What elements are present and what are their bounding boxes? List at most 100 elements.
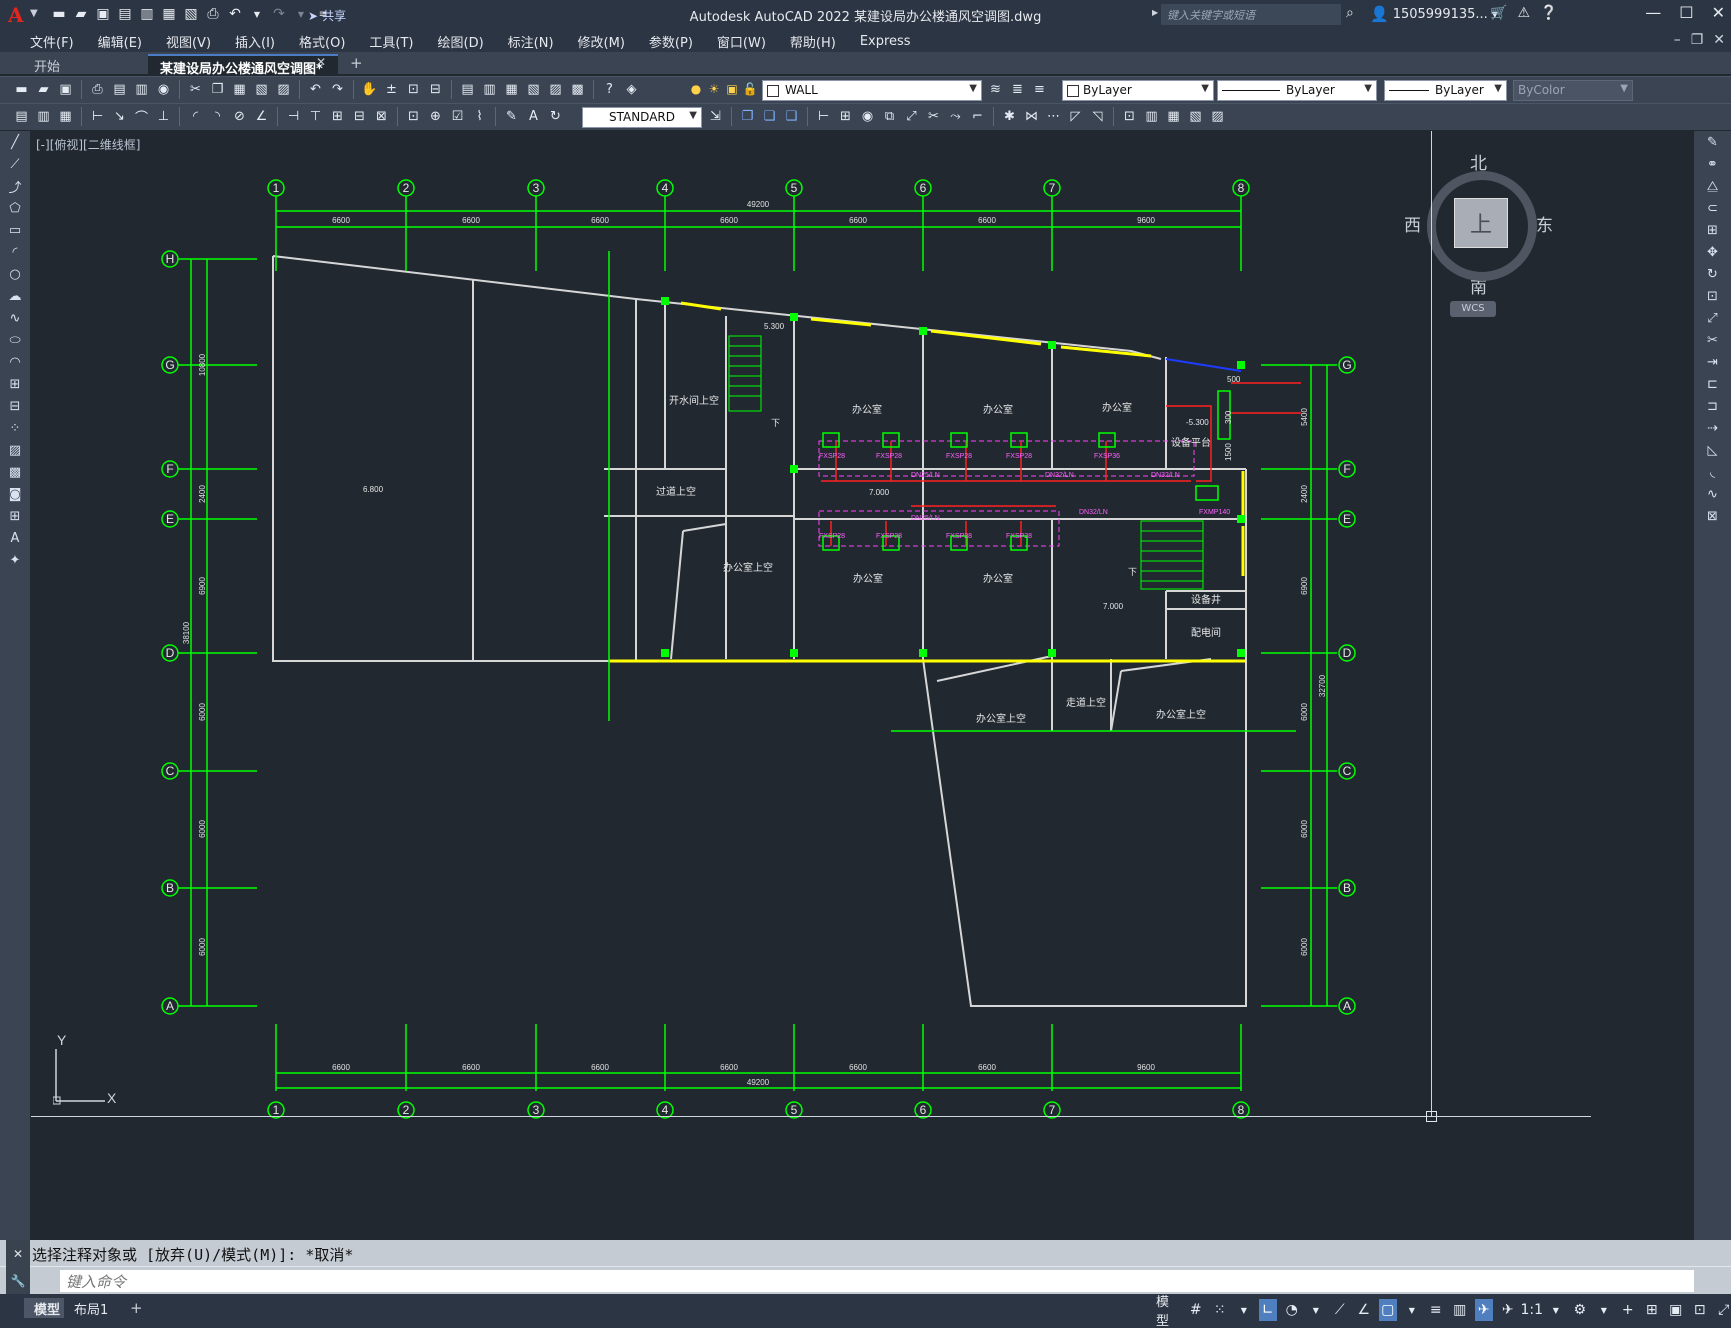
wcs-menu[interactable]: WCS (1450, 301, 1496, 317)
menu-format[interactable]: 格式(O) (287, 32, 357, 51)
dim-override-icon[interactable]: ⇲ (706, 107, 725, 126)
add-selected-icon[interactable]: ✦ (0, 549, 30, 571)
menu-draw[interactable]: 绘图(D) (426, 32, 496, 51)
arc-icon[interactable]: ◜ (0, 241, 30, 263)
continue-icon[interactable]: ⊞ (328, 107, 347, 126)
new-tab-icon[interactable]: + (350, 54, 363, 72)
tab-layout1[interactable]: 布局1 (64, 1298, 119, 1318)
rectangle-icon[interactable]: ▭ (0, 219, 30, 241)
hatch-icon[interactable]: ▨ (0, 439, 30, 461)
move-icon[interactable]: ✥ (1694, 241, 1731, 263)
radius-icon[interactable]: ◜ (186, 107, 205, 126)
ortho-icon[interactable]: ∟ (1258, 1299, 1277, 1321)
stretch-icon[interactable]: ⤢ (902, 107, 921, 126)
layer-match-icon[interactable]: ≡ (1030, 80, 1049, 99)
menu-express[interactable]: Express (848, 34, 923, 49)
maximize-icon[interactable]: ☐ (1679, 3, 1693, 22)
save-icon[interactable]: ▣ (56, 80, 75, 99)
scale-icon[interactable]: ⧉ (880, 107, 899, 126)
minimize-icon[interactable]: — (1645, 3, 1661, 22)
redo-icon[interactable]: ↷ (270, 5, 288, 23)
polyline-icon[interactable]: ⤴ (0, 175, 30, 197)
blend-icon[interactable]: ◹ (1088, 107, 1107, 126)
osnap-tracking-icon[interactable]: ∠ (1355, 1299, 1373, 1321)
fullscreen-icon[interactable]: ⤢ (1715, 1299, 1731, 1321)
tab-close-icon[interactable]: ✕ (316, 55, 326, 69)
dim-text-edit-icon[interactable]: A (524, 107, 543, 126)
workspace-icon[interactable]: ⚙ (1571, 1299, 1589, 1321)
snap-icon[interactable]: ⁙ (1211, 1299, 1229, 1321)
preview-icon[interactable]: ▤ (110, 80, 129, 99)
make-current-icon[interactable]: ≋ (986, 80, 1005, 99)
layer-freeze-icon[interactable]: ☀ (706, 81, 722, 97)
open-web-icon[interactable]: ▥ (138, 5, 156, 23)
break-icon[interactable]: ⋯ (1044, 107, 1063, 126)
ellipse-icon[interactable]: ⬭ (0, 329, 30, 351)
inspection-icon[interactable]: ☑ (448, 107, 467, 126)
construction-line-icon[interactable]: ⟋ (0, 153, 30, 175)
array-icon[interactable]: ⊞ (1694, 219, 1731, 241)
dim-style-icon[interactable]: ▦ (56, 107, 75, 126)
menu-window[interactable]: 窗口(W) (705, 32, 778, 51)
break-icon[interactable]: ⊐ (1694, 395, 1731, 417)
layer-dropdown[interactable]: WALL ▼ (762, 80, 982, 101)
help-icon[interactable]: ? (600, 80, 619, 99)
lineweight-dropdown[interactable]: ByLayer ▼ (1384, 80, 1507, 101)
quick-dimension-icon[interactable]: ⊣ (284, 107, 303, 126)
workspace-caret-icon[interactable]: ▼ (1595, 1299, 1613, 1321)
tab-start[interactable]: 开始 (22, 54, 150, 75)
tolerance-icon[interactable]: ⊡ (404, 107, 423, 126)
menu-dimension[interactable]: 标注(N) (496, 32, 566, 51)
layer-previous-icon[interactable]: ≣ (1008, 80, 1027, 99)
menu-parametric[interactable]: 参数(P) (637, 32, 705, 51)
join-icon[interactable]: ⋈ (1022, 107, 1041, 126)
annotation-visibility-icon[interactable]: ✈ (1474, 1299, 1493, 1321)
offset-icon[interactable]: ⊂ (1694, 197, 1731, 219)
stack-icon[interactable]: ❏ (760, 107, 779, 126)
menu-insert[interactable]: 插入(I) (223, 32, 287, 51)
image-icon[interactable]: ▨ (1208, 107, 1227, 126)
undo-icon[interactable]: ↶ (306, 80, 325, 99)
diameter-icon[interactable]: ⊘ (230, 107, 249, 126)
join-icon[interactable]: ⇢ (1694, 417, 1731, 439)
user-account[interactable]: 👤 1505999135... ▼ (1370, 5, 1498, 23)
layer-on-icon[interactable]: ● (688, 81, 704, 97)
zoom-window-icon[interactable]: ⊡ (404, 80, 423, 99)
point-icon[interactable]: ⁘ (0, 417, 30, 439)
viewcube[interactable]: 北 南 西 东 上 (1404, 144, 1554, 309)
pan-icon[interactable]: ✋ (360, 80, 379, 99)
dim-edit-icon[interactable]: ✎ (502, 107, 521, 126)
move-icon[interactable]: ⊢ (814, 107, 833, 126)
trim-icon[interactable]: ✂ (1694, 329, 1731, 351)
plot-icon[interactable]: ▧ (182, 5, 200, 23)
doc-close-icon[interactable]: ✕ (1713, 32, 1725, 48)
copy-object-icon[interactable]: ❐ (738, 107, 757, 126)
search-expand-icon[interactable]: ▶ (1152, 8, 1158, 17)
menu-file[interactable]: 文件(F) (18, 32, 86, 51)
markup-icon[interactable]: ▨ (546, 80, 565, 99)
insert-block-icon[interactable]: ⊡ (1120, 107, 1139, 126)
scale-icon[interactable]: ⊡ (1694, 285, 1731, 307)
new-icon[interactable]: ▬ (50, 5, 68, 23)
clip-icon[interactable]: ▦ (1164, 107, 1183, 126)
osnap-caret-icon[interactable]: ▼ (1403, 1299, 1421, 1321)
layer-vp-freeze-icon[interactable]: ▣ (724, 81, 740, 97)
undo-caret-icon[interactable]: ▼ (248, 5, 266, 23)
ellipse-arc-icon[interactable]: ◠ (0, 351, 30, 373)
line-icon[interactable]: ╱ (0, 131, 30, 153)
cart-icon[interactable]: 🛒 (1490, 5, 1507, 21)
autocad-logo-icon[interactable]: A (8, 3, 24, 27)
blend-curves-icon[interactable]: ∿ (1694, 483, 1731, 505)
ordinate-icon[interactable]: ⊥ (154, 107, 173, 126)
tab-drawing[interactable]: 某建设局办公楼通风空调图* (148, 54, 338, 77)
quick-dim-icon[interactable]: ▤ (12, 107, 31, 126)
table-icon[interactable]: ⊞ (0, 505, 30, 527)
dim-space-icon[interactable]: ⊟ (350, 107, 369, 126)
layer-properties-icon[interactable]: ◈ (622, 80, 641, 99)
extend-icon[interactable]: ⤳ (946, 107, 965, 126)
help-icon[interactable]: ❔ (1540, 5, 1557, 21)
offset-icon[interactable]: ⊞ (836, 107, 855, 126)
paste-icon[interactable]: ▦ (230, 80, 249, 99)
dim-break-icon[interactable]: ⊠ (372, 107, 391, 126)
osnap-icon[interactable]: ▢ (1378, 1299, 1397, 1321)
